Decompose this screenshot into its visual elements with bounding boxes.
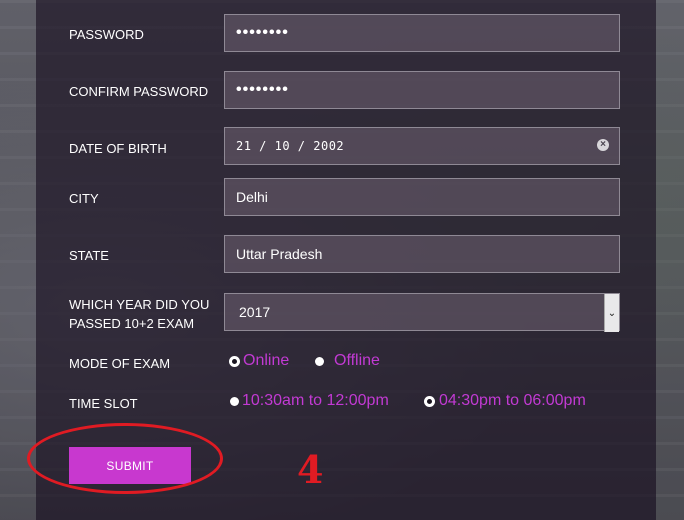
state-value: Uttar Pradesh	[236, 246, 323, 262]
password-label: PASSWORD	[69, 27, 144, 42]
year-label-line1: WHICH YEAR DID YOU	[69, 297, 210, 312]
year-value: 2017	[239, 304, 271, 320]
confirm-password-field[interactable]: ••••••••	[224, 71, 620, 109]
mode-option-offline[interactable]: Offline	[315, 352, 380, 370]
year-select[interactable]: 2017 ⌄	[224, 293, 620, 332]
password-value: ••••••••	[236, 24, 289, 41]
step-number-annotation: 4	[297, 447, 324, 492]
confirm-password-value: ••••••••	[236, 81, 289, 98]
mode-label: MODE OF EXAM	[69, 356, 171, 371]
year-label-line2: PASSED 10+2 EXAM	[69, 316, 195, 331]
time-slot-option-2[interactable]: 04:30pm to 06:00pm	[425, 392, 586, 410]
right-margin	[656, 0, 684, 520]
mode-online-label[interactable]: Online	[243, 352, 289, 370]
radio-unchecked-icon[interactable]	[315, 356, 324, 366]
highlight-ellipse	[27, 423, 223, 494]
city-label: CITY	[69, 191, 99, 206]
time-slot-label: TIME SLOT	[69, 396, 138, 411]
dob-field[interactable]: 21 / 10 / 2002 ×	[224, 127, 620, 165]
state-field[interactable]: Uttar Pradesh	[224, 235, 620, 273]
mode-option-online[interactable]: Online	[230, 352, 289, 370]
city-field[interactable]: Delhi	[224, 178, 620, 216]
city-value: Delhi	[236, 189, 268, 205]
state-label: STATE	[69, 248, 109, 263]
confirm-password-label: CONFIRM PASSWORD	[69, 84, 209, 99]
time-slot-2-label[interactable]: 04:30pm to 06:00pm	[439, 392, 586, 410]
password-field[interactable]: ••••••••	[224, 14, 620, 52]
chevron-down-icon[interactable]: ⌄	[604, 294, 619, 332]
time-slot-1-label[interactable]: 10:30am to 12:00pm	[242, 392, 389, 410]
left-margin	[0, 0, 36, 520]
dob-value: 21 / 10 / 2002	[236, 139, 345, 153]
radio-checked-icon[interactable]	[425, 396, 434, 406]
dob-label: DATE OF BIRTH	[69, 141, 167, 156]
mode-offline-label[interactable]: Offline	[334, 352, 380, 370]
clear-icon[interactable]: ×	[597, 139, 609, 151]
radio-unchecked-icon[interactable]	[230, 396, 239, 406]
time-slot-option-1[interactable]: 10:30am to 12:00pm	[230, 392, 389, 410]
radio-checked-icon[interactable]	[230, 356, 239, 366]
